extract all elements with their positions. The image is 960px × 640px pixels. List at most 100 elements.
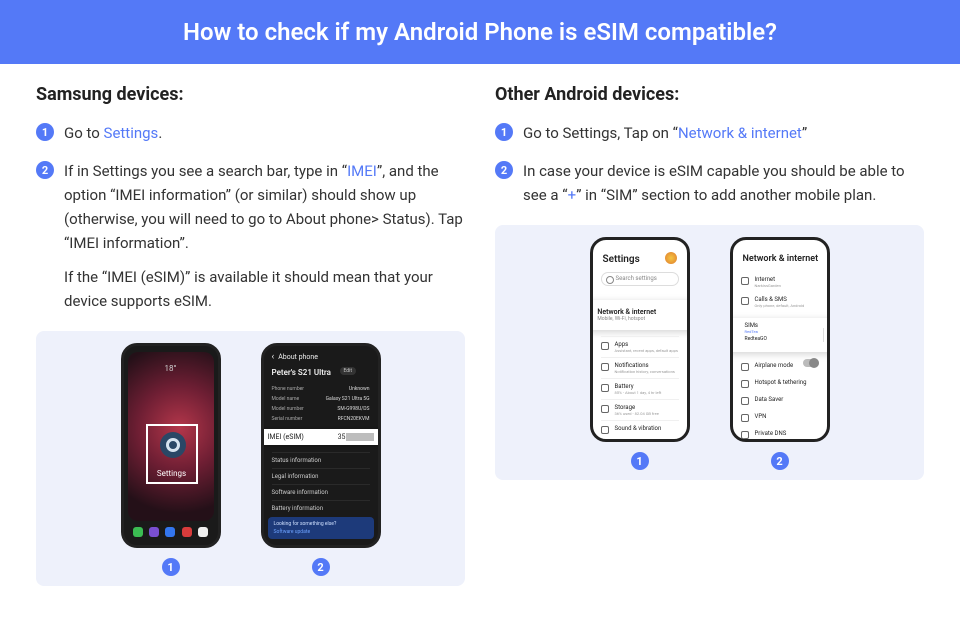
page-title: How to check if my Android Phone is eSIM…: [0, 0, 960, 64]
figure-badge: 2: [771, 452, 789, 470]
row-title: Private DNS: [755, 430, 787, 437]
row-subtitle: Assistant, recent apps, default apps: [615, 348, 678, 353]
weather-widget: 18°: [124, 364, 218, 373]
battery-icon: [601, 384, 609, 392]
other-column: Other Android devices: 1 Go to Settings,…: [495, 84, 924, 586]
row-subtitle: Notification history, conversations: [615, 369, 675, 374]
text-fragment: Go to Settings, Tap on “: [523, 124, 678, 142]
row-subtitle: NarkissGarden: [755, 283, 781, 288]
toggle-icon: [803, 359, 819, 367]
list-item: Battery85% - About 1 day, 4 hr left: [601, 378, 679, 399]
suggestion-question: Looking for something else?: [274, 521, 368, 527]
text-fragment: ” in “SIM” section to add another mobile…: [576, 186, 876, 204]
info-label: Serial number: [272, 416, 303, 422]
other-step-2: 2 In case your device is eSIM capable yo…: [495, 159, 924, 207]
list-item: Storage36% used - 82.04 GB free: [601, 399, 679, 420]
imei-esim-callout: IMEI (eSIM) 35: [261, 429, 381, 445]
imei-link[interactable]: IMEI: [347, 162, 377, 180]
info-row: Serial number RFCN20EKVM: [272, 414, 370, 424]
figure-badge: 2: [312, 558, 330, 576]
suggestion-card: Looking for something else? Software upd…: [268, 517, 374, 539]
row-title: Notifications: [615, 362, 675, 369]
notifications-icon: [601, 363, 609, 371]
info-label: Model number: [272, 406, 304, 412]
dock-app-icon: [182, 527, 192, 537]
suggestion-link: Software update: [274, 529, 368, 535]
imei-prefix: 35: [338, 433, 346, 441]
row-title: Battery: [615, 383, 662, 390]
other-fig-1: Settings Search settings ⌇ Network & int…: [590, 237, 690, 470]
step-number-badge: 2: [36, 161, 54, 179]
plus-icon: +: [823, 328, 829, 342]
calls-icon: [741, 297, 749, 305]
imei-label: IMEI (eSIM): [268, 433, 304, 441]
phone-mock-samsung-home: 18° Settings: [121, 343, 221, 548]
list-item: Airplane mode: [741, 358, 819, 375]
sound-icon: [601, 426, 609, 434]
network-list-bottom: Airplane mode Hotspot & tethering Data S…: [741, 358, 819, 442]
datasaver-icon: [741, 397, 749, 405]
list-item: Calls & SMSOnly phone, default, Android: [741, 292, 819, 312]
dock: [130, 525, 212, 539]
network-internet-link[interactable]: Network & internet: [678, 124, 802, 142]
info-label: Model name: [272, 396, 300, 402]
list-item: InternetNarkissGarden: [741, 272, 819, 292]
row-subtitle: Only phone, default, Android: [755, 303, 805, 308]
settings-link[interactable]: Settings: [104, 124, 159, 142]
dock-app-icon: [149, 527, 159, 537]
list-item: Hotspot & tethering: [741, 375, 819, 392]
step-number-badge: 1: [36, 123, 54, 141]
step-note: If the “IMEI (eSIM)” is available it sho…: [64, 265, 465, 313]
row-title: Internet: [755, 276, 781, 283]
list-item: Private DNS: [741, 426, 819, 442]
other-figures: Settings Search settings ⌇ Network & int…: [495, 225, 924, 480]
sims-carrier: RedteaGO: [745, 336, 830, 342]
text-fragment: Go to: [64, 124, 104, 142]
info-row: Model numberSM-G998U/DS: [272, 404, 370, 414]
list-item: Data Saver: [741, 392, 819, 409]
network-list-top: InternetNarkissGarden Calls & SMSOnly ph…: [741, 272, 819, 312]
plus-link[interactable]: +: [568, 186, 577, 204]
info-value: Unknown: [349, 386, 370, 392]
storage-icon: [601, 405, 609, 413]
samsung-step-2: 2 If in Settings you see a search bar, t…: [36, 159, 465, 313]
step-number-badge: 1: [495, 123, 513, 141]
row-title: Apps: [615, 341, 678, 348]
about-list: Status information Legal information Sof…: [272, 452, 370, 516]
figure-badge: 1: [162, 558, 180, 576]
dock-app-icon: [165, 527, 175, 537]
list-item: Legal information: [272, 468, 370, 484]
gear-icon: [160, 432, 186, 458]
info-value: RFCN20EKVM: [338, 416, 370, 422]
row-title: VPN: [755, 413, 767, 420]
search-settings-bar: Search settings: [601, 272, 679, 286]
text-fragment: If in Settings you see a search bar, typ…: [64, 162, 347, 180]
samsung-fig-1: 18° Settings 1: [121, 343, 221, 576]
row-title: Data Saver: [755, 396, 784, 403]
dock-app-icon: [198, 527, 208, 537]
airplane-icon: [741, 363, 749, 371]
samsung-heading: Samsung devices:: [36, 84, 465, 105]
text-fragment: .: [158, 124, 162, 142]
list-item: AppsAssistant, recent apps, default apps: [601, 336, 679, 357]
list-item: Battery information: [272, 500, 370, 516]
callout-title: Network & internet: [597, 308, 656, 316]
row-title: Airplane mode: [755, 362, 794, 369]
about-phone-title: About phone: [278, 353, 318, 361]
apps-icon: [601, 342, 609, 350]
figure-badge: 1: [631, 452, 649, 470]
row-title: Storage: [615, 404, 659, 411]
content-columns: Samsung devices: 1 Go to Settings. 2 If …: [0, 64, 960, 586]
imei-value: 35: [338, 433, 374, 441]
list-item: NotificationsNotification history, conve…: [601, 357, 679, 378]
network-internet-callout: ⌇ Network & internet Mobile, Wi-Fi, hots…: [590, 300, 690, 330]
list-item: VPN: [741, 409, 819, 426]
settings-list: AppsAssistant, recent apps, default apps…: [601, 336, 679, 438]
row-title: Calls & SMS: [755, 296, 805, 303]
samsung-fig-2: ‹ About phone Peter's S21 Ultra Edit Pho…: [261, 343, 381, 576]
samsung-step-1: 1 Go to Settings.: [36, 121, 465, 145]
vpn-icon: [741, 414, 749, 422]
other-fig-2: Network & internet InternetNarkissGarden…: [730, 237, 830, 470]
internet-icon: [741, 277, 749, 285]
avatar-icon: [665, 252, 677, 264]
